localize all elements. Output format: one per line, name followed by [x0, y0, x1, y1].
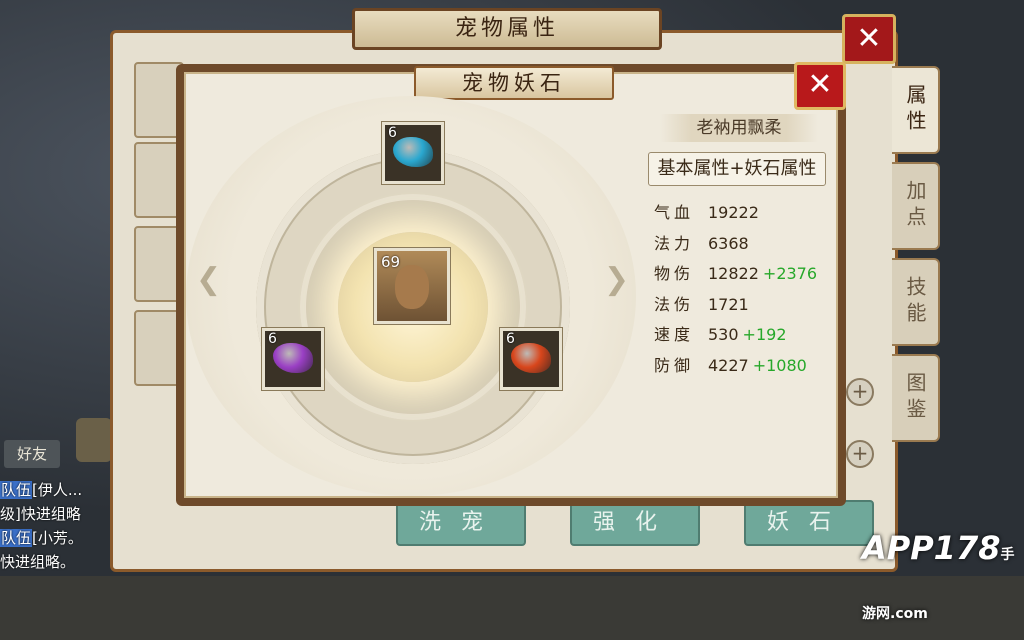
- stat-value: 1721: [708, 294, 749, 314]
- chat-tag: 队伍: [0, 481, 33, 499]
- chat-text: 快进组略。: [0, 553, 76, 571]
- enhance-button[interactable]: 强化: [570, 500, 700, 546]
- stat-row: 物伤 12822 +2376: [654, 259, 834, 290]
- stone-slot-top[interactable]: 6: [382, 122, 444, 184]
- pet-face-icon: [395, 265, 429, 309]
- stat-list: 气血 19222 法力 6368 物伤 12822 +2376 法伤 1721 速度 530…: [654, 198, 834, 382]
- stone-level: 6: [388, 125, 397, 141]
- friend-button[interactable]: 好友: [4, 440, 60, 468]
- add-point-button[interactable]: +: [846, 378, 874, 406]
- stat-bonus: +1080: [752, 355, 807, 375]
- red-stone-icon: [511, 343, 551, 373]
- stone-level: 6: [268, 331, 277, 347]
- demon-stone-button[interactable]: 妖石: [744, 500, 874, 546]
- stat-value: 4227: [708, 355, 749, 375]
- wash-pet-button[interactable]: 洗宠: [396, 500, 526, 546]
- chat-line: 队伍[小芳。: [0, 526, 112, 550]
- stone-level: 6: [506, 331, 515, 347]
- attribute-mode-label: 基本属性+妖石属性: [648, 152, 826, 186]
- chat-log: 队伍[伊人... 级]快进组略 队伍[小芳。 快进组略。: [0, 478, 112, 576]
- chat-line: 级]快进组略: [0, 502, 112, 526]
- chat-text: [小芳。: [32, 529, 83, 547]
- stat-value: 12822: [708, 264, 759, 284]
- tab-codex[interactable]: 图鉴: [892, 354, 940, 442]
- stat-row: 法力 6368: [654, 229, 834, 260]
- purple-stone-icon: [273, 343, 313, 373]
- tab-skills[interactable]: 技能: [892, 258, 940, 346]
- dialog-title: 宠物妖石: [414, 66, 614, 100]
- stone-slot-right[interactable]: 6: [500, 328, 562, 390]
- chat-text: 级]快进组略: [0, 505, 81, 523]
- stat-label: 速度: [654, 325, 695, 345]
- watermark-logo: APP178手游网.com: [862, 522, 1022, 622]
- stat-bonus: +192: [742, 325, 787, 345]
- watermark-domain: .com: [890, 606, 928, 622]
- pet-name: 老衲用飘柔: [660, 114, 818, 142]
- stat-label: 气血: [654, 203, 695, 222]
- pet-avatar: 69: [374, 248, 450, 324]
- chat-line: 队伍[伊人...: [0, 478, 112, 502]
- chat-tag: 队伍: [0, 529, 33, 547]
- stat-label: 法伤: [654, 294, 695, 314]
- chat-top-area: [0, 0, 112, 60]
- voice-button[interactable]: [76, 418, 112, 462]
- stat-value: 6368: [708, 233, 749, 253]
- panel-title: 宠物属性: [352, 8, 662, 50]
- stat-row: 法伤 1721: [654, 290, 834, 321]
- left-ornament-icon: ❮: [196, 262, 222, 297]
- pet-level: 69: [381, 253, 401, 271]
- add-point-button[interactable]: +: [846, 440, 874, 468]
- stat-label: 法力: [654, 233, 695, 253]
- side-tabs: 属性 加点 技能 图鉴: [892, 66, 940, 450]
- dialog-close-button[interactable]: ✕: [794, 62, 846, 110]
- stat-label: 物伤: [654, 264, 695, 284]
- stat-value: 530: [708, 325, 739, 345]
- chat-line: 快进组略。: [0, 550, 112, 574]
- stat-bonus: +2376: [762, 264, 818, 284]
- stat-row: 速度 530 +192: [654, 320, 834, 351]
- tab-attributes[interactable]: 属性: [892, 66, 940, 154]
- chat-text: [伊人...: [32, 481, 83, 499]
- watermark-text: APP178: [862, 529, 1001, 567]
- tab-add-points[interactable]: 加点: [892, 162, 940, 250]
- stone-slot-left[interactable]: 6: [262, 328, 324, 390]
- right-ornament-icon: ❯: [604, 262, 630, 297]
- stat-row: 气血 19222: [654, 198, 834, 229]
- stat-value: 19222: [708, 203, 759, 222]
- stat-row: 防御 4227 +1080: [654, 351, 834, 382]
- blue-stone-icon: [393, 137, 433, 167]
- panel-close-button[interactable]: ✕: [842, 14, 896, 64]
- stat-label: 防御: [654, 355, 695, 375]
